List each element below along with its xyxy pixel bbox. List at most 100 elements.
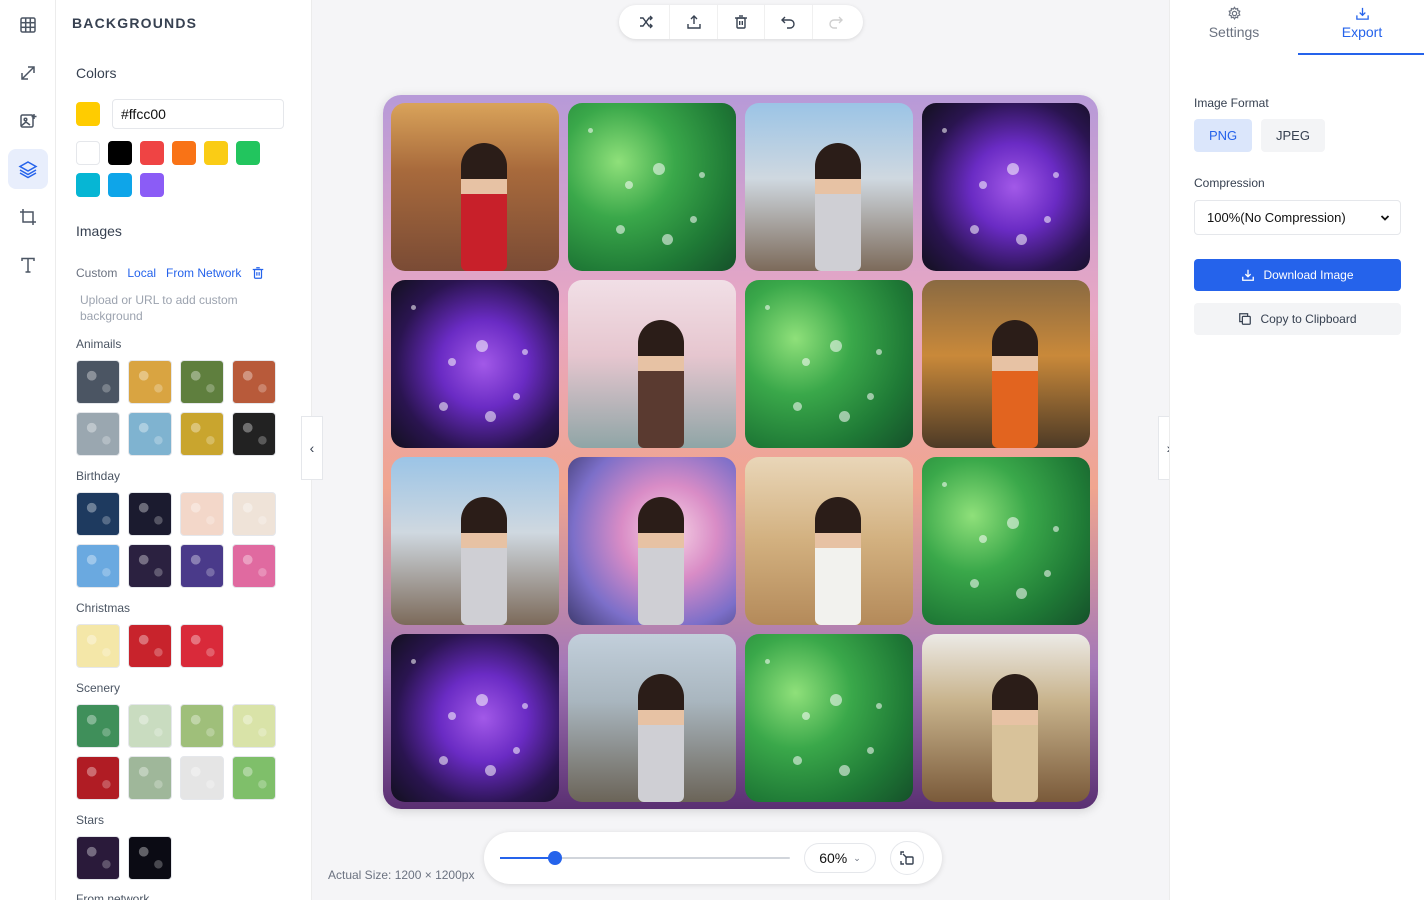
background-thumbnail[interactable] (128, 704, 172, 748)
background-thumbnail[interactable] (180, 624, 224, 668)
text-button[interactable] (8, 245, 48, 285)
background-thumbnail[interactable] (76, 544, 120, 588)
collapse-left-panel-button[interactable]: ‹ (301, 416, 323, 480)
color-swatch[interactable] (140, 173, 164, 197)
background-thumbnail[interactable] (76, 412, 120, 456)
background-thumbnail[interactable] (232, 412, 276, 456)
water-droplet (513, 747, 520, 754)
water-droplet (979, 535, 987, 543)
background-thumbnail[interactable] (128, 836, 172, 880)
fit-to-screen-button[interactable] (890, 841, 924, 875)
collage-photo-clover[interactable] (568, 103, 736, 271)
download-image-button[interactable]: Download Image (1194, 259, 1401, 291)
color-swatch[interactable] (204, 141, 228, 165)
color-swatch[interactable] (76, 141, 100, 165)
collage-canvas[interactable] (383, 95, 1098, 809)
background-thumbnail[interactable] (232, 756, 276, 800)
collage-photo-taj[interactable] (568, 280, 736, 448)
source-tab-network[interactable]: From Network (166, 266, 241, 280)
collage-photo-clover[interactable] (745, 634, 913, 802)
background-thumbnail[interactable] (180, 756, 224, 800)
collage-photo-flower[interactable] (391, 280, 559, 448)
color-swatch[interactable] (172, 141, 196, 165)
layout-grid-icon (20, 17, 36, 33)
background-thumbnail[interactable] (128, 624, 172, 668)
hex-color-input[interactable] (112, 99, 284, 129)
source-tab-local[interactable]: Local (127, 266, 156, 280)
background-thumbnail[interactable] (76, 756, 120, 800)
collage-photo-person[interactable] (391, 457, 559, 625)
color-swatch[interactable] (108, 141, 132, 165)
background-thumbnail[interactable] (76, 360, 120, 404)
background-thumbnail[interactable] (232, 544, 276, 588)
background-thumbnail[interactable] (180, 360, 224, 404)
trash-icon[interactable] (251, 266, 265, 280)
gear-icon (1227, 6, 1241, 20)
backgrounds-panel: BACKGROUNDS Colors Images Custom Local F… (56, 0, 312, 900)
layers-button[interactable] (8, 149, 48, 189)
zoom-slider-fill (500, 857, 556, 859)
upload-button[interactable] (670, 5, 718, 39)
images-section-title: Images (76, 223, 122, 239)
background-thumbnail[interactable] (180, 412, 224, 456)
background-thumbnail[interactable] (76, 836, 120, 880)
shuffle-button[interactable] (623, 5, 671, 39)
water-droplet (653, 163, 665, 175)
water-droplet (793, 756, 802, 765)
collage-photo-blossom[interactable] (568, 457, 736, 625)
background-thumbnail[interactable] (232, 492, 276, 536)
zoom-level-select[interactable]: 60% ⌄ (804, 843, 876, 873)
collage-photo-flower[interactable] (391, 634, 559, 802)
background-thumbnail[interactable] (128, 412, 172, 456)
collage-photo-pyramid[interactable] (745, 457, 913, 625)
crop-button[interactable] (8, 197, 48, 237)
background-thumbnail[interactable] (180, 704, 224, 748)
copy-to-clipboard-button[interactable]: Copy to Clipboard (1194, 303, 1401, 335)
zoom-slider-thumb[interactable] (548, 851, 563, 865)
person-figure (638, 320, 684, 448)
collage-photo-paris[interactable] (568, 634, 736, 802)
color-swatch[interactable] (76, 173, 100, 197)
collage-photo-venice[interactable] (391, 103, 559, 271)
category-thumbs-scenery (76, 704, 276, 800)
resize-button[interactable] (8, 53, 48, 93)
background-thumbnail[interactable] (128, 544, 172, 588)
collage-photo-person[interactable] (745, 103, 913, 271)
collage-photo-clover[interactable] (922, 457, 1090, 625)
background-thumbnail[interactable] (180, 492, 224, 536)
current-color-preview[interactable] (76, 102, 100, 126)
collage-photo-machu[interactable] (922, 280, 1090, 448)
image-source-tabs: Custom Local From Network (76, 266, 265, 280)
source-tab-custom[interactable]: Custom (76, 266, 117, 280)
background-thumbnail[interactable] (76, 624, 120, 668)
tab-settings[interactable]: Settings (1170, 0, 1298, 55)
background-thumbnail[interactable] (76, 704, 120, 748)
color-swatch[interactable] (236, 141, 260, 165)
zoom-slider[interactable] (500, 851, 790, 865)
water-droplet (1044, 570, 1051, 577)
category-title-animals: Animails (76, 337, 122, 351)
delete-button[interactable] (718, 5, 766, 39)
image-edit-button[interactable] (8, 101, 48, 141)
water-droplet (839, 765, 850, 776)
background-thumbnail[interactable] (232, 360, 276, 404)
water-droplet (970, 225, 979, 234)
color-swatch[interactable] (140, 141, 164, 165)
format-jpeg-button[interactable]: JPEG (1261, 119, 1325, 152)
background-thumbnail[interactable] (180, 544, 224, 588)
color-swatch[interactable] (108, 173, 132, 197)
background-thumbnail[interactable] (232, 704, 276, 748)
collage-photo-flower[interactable] (922, 103, 1090, 271)
background-thumbnail[interactable] (128, 756, 172, 800)
redo-button[interactable] (813, 5, 859, 39)
compression-select[interactable]: 100%(No Compression) (1194, 200, 1401, 235)
undo-button[interactable] (765, 5, 813, 39)
collage-photo-clover[interactable] (745, 280, 913, 448)
format-png-button[interactable]: PNG (1194, 119, 1253, 152)
background-thumbnail[interactable] (76, 492, 120, 536)
collage-photo-london[interactable] (922, 634, 1090, 802)
background-thumbnail[interactable] (128, 360, 172, 404)
background-thumbnail[interactable] (128, 492, 172, 536)
layout-grid-button[interactable] (8, 5, 48, 45)
tab-export[interactable]: Export (1298, 0, 1424, 55)
